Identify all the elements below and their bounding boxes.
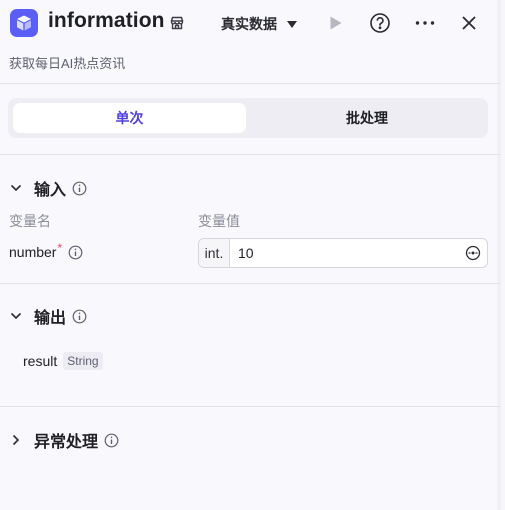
chevron-right-icon: [12, 434, 20, 446]
run-mode-tabs: 单次 批处理: [8, 98, 488, 138]
required-mark: *: [57, 241, 63, 255]
data-mode-label: 真实数据: [221, 16, 277, 32]
divider: [0, 83, 501, 84]
exception-section-title: 异常处理: [34, 434, 99, 451]
tab-single[interactable]: 单次: [13, 103, 246, 133]
output-section-title: 输出: [34, 310, 67, 327]
output-section-header[interactable]: 输出: [9, 304, 87, 328]
store-icon[interactable]: [169, 15, 185, 31]
input-section-header[interactable]: 输入: [9, 176, 87, 200]
chevron-down-icon: [10, 312, 22, 320]
node-title[interactable]: information: [48, 9, 165, 33]
divider: [0, 154, 501, 155]
divider: [0, 283, 501, 284]
variable-picker-icon[interactable]: [465, 245, 481, 261]
variable-name: number *: [9, 241, 83, 260]
panel-edge: [497, 0, 501, 510]
divider: [0, 406, 501, 407]
variable-name-column-label: 变量名: [9, 213, 51, 229]
output-field: result String: [23, 352, 103, 370]
info-icon[interactable]: [72, 309, 87, 324]
node-cube-icon: [10, 9, 38, 37]
variable-value-field[interactable]: int.: [198, 238, 488, 268]
play-icon[interactable]: [325, 12, 347, 34]
more-icon[interactable]: [414, 12, 436, 34]
caret-down-icon: [287, 20, 297, 28]
info-icon[interactable]: [72, 181, 87, 196]
input-section-title: 输入: [34, 182, 67, 199]
node-panel: information 真实数据 获取每日AI热点资讯 单次 批处理 输入 变量…: [0, 0, 501, 510]
tab-batch[interactable]: 批处理: [251, 103, 483, 133]
variable-name-text: number: [9, 244, 57, 260]
variable-value-input[interactable]: [230, 239, 465, 267]
output-field-name: result: [23, 353, 58, 369]
help-icon[interactable]: [369, 12, 391, 34]
panel-header: information 真实数据: [0, 0, 501, 46]
type-prefix: int.: [199, 239, 230, 267]
output-type-badge: String: [63, 352, 103, 370]
data-mode-dropdown[interactable]: 真实数据: [221, 14, 297, 34]
node-description: 获取每日AI热点资讯: [9, 56, 126, 71]
variable-value-column-label: 变量值: [198, 213, 240, 229]
chevron-down-icon: [10, 184, 22, 192]
exception-section-header[interactable]: 异常处理: [9, 428, 119, 452]
info-icon[interactable]: [68, 245, 83, 260]
close-icon[interactable]: [458, 12, 480, 34]
info-icon[interactable]: [104, 433, 119, 448]
